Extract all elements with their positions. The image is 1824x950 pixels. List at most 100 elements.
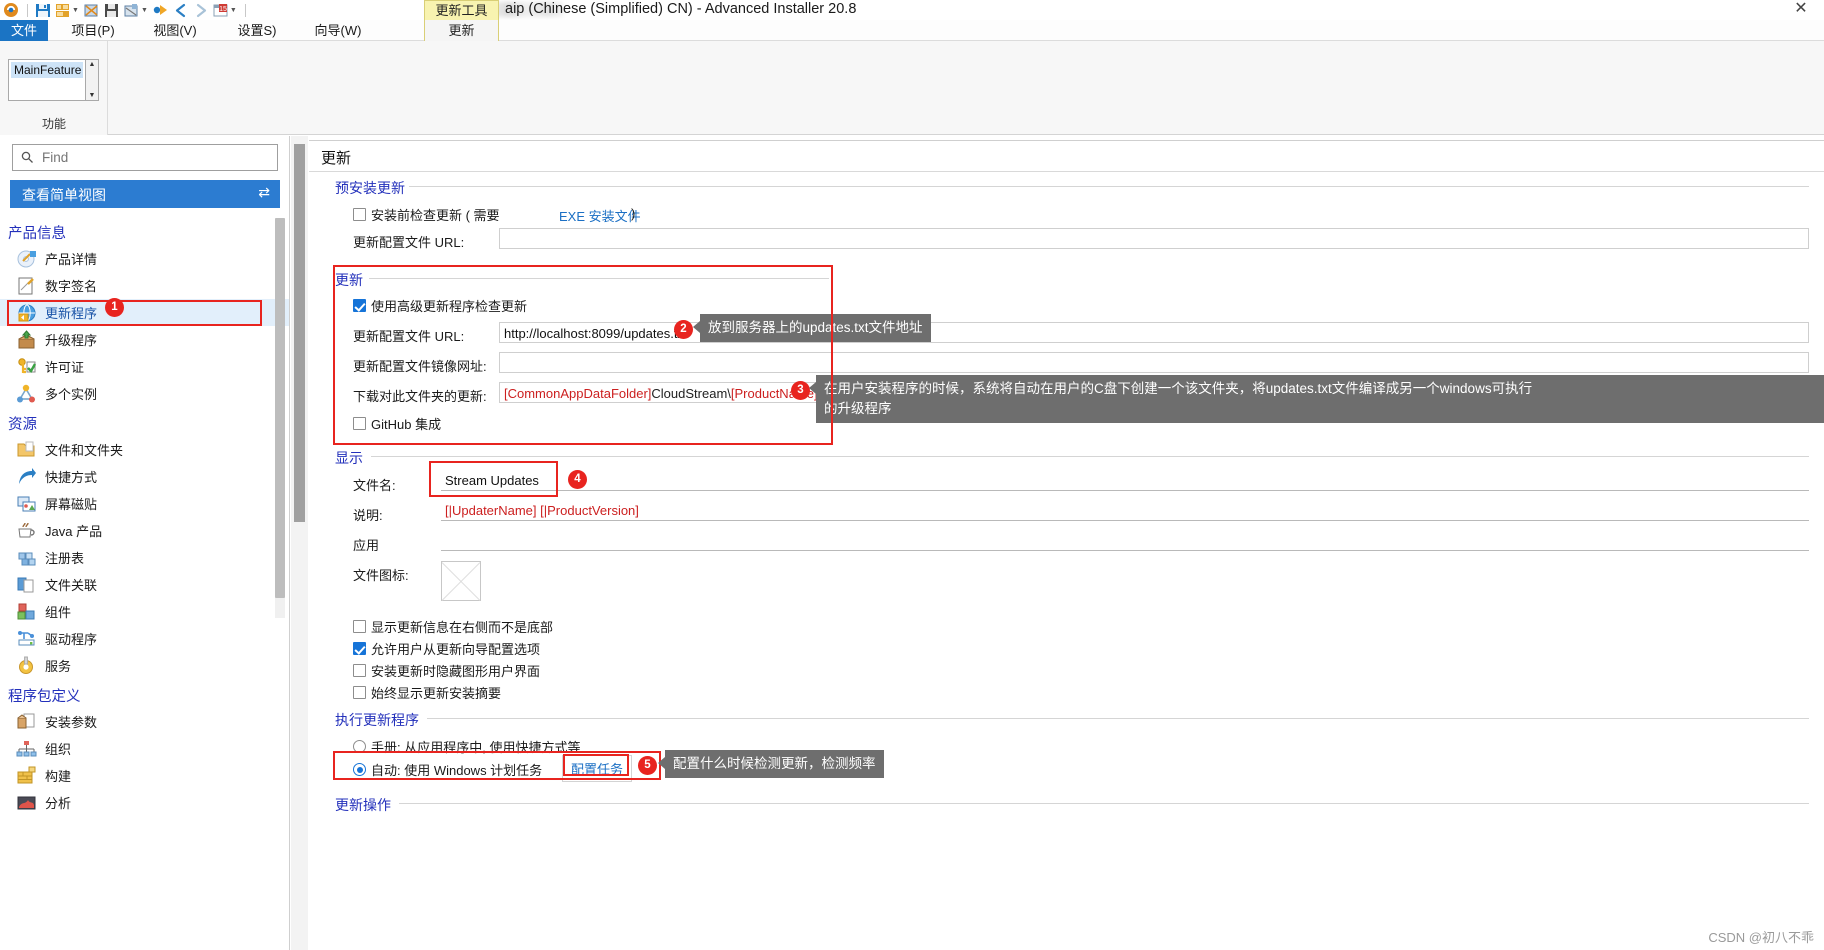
build-icon[interactable] — [83, 2, 101, 19]
services-icon — [16, 656, 38, 676]
radio-auto[interactable]: 自动: 使用 Windows 计划任务 — [353, 760, 542, 779]
checkbox-box[interactable] — [353, 642, 366, 655]
radio-manual[interactable]: 手册: 从应用程序中, 使用快捷方式等 — [353, 737, 580, 756]
chevron-down-icon-3[interactable]: ▼ — [230, 7, 237, 14]
sidebar-item-shortcuts[interactable]: 快捷方式 — [0, 463, 289, 490]
ribbon-group-feature: MainFeature ▲ ▼ 功能 — [0, 41, 108, 135]
annotation-number-4: 4 — [568, 470, 587, 489]
license-key-icon — [16, 357, 38, 377]
sidebar-item-builds[interactable]: 构建 — [0, 762, 289, 789]
sidebar-item-drivers[interactable]: 驱动程序 — [0, 625, 289, 652]
sidebar-item-label: 数字签名 — [45, 279, 98, 294]
checkbox-box[interactable] — [353, 417, 366, 430]
sidebar-item-java-products[interactable]: Java 产品 — [0, 517, 289, 544]
sidebar-item-tiles[interactable]: 屏幕磁贴 — [0, 490, 289, 517]
display-file-icon-preview[interactable] — [441, 561, 481, 601]
spinner-down-icon[interactable]: ▼ — [89, 92, 96, 99]
exe-setup-file-link[interactable]: EXE 安装文件 — [559, 206, 641, 225]
sidebar-item-updater[interactable]: 更新程序 — [0, 299, 289, 326]
main-scrollbar-track[interactable] — [291, 136, 308, 950]
search-input[interactable] — [40, 149, 260, 166]
simple-view-button[interactable]: 查看简单视图 ⇄ — [10, 180, 280, 208]
chk-check-updates-before-install[interactable]: 安装前检查更新 ( 需要 — [353, 205, 500, 224]
sidebar-item-files-folders[interactable]: 文件和文件夹 — [0, 436, 289, 463]
group-rule-update — [369, 278, 829, 279]
build-run-icon[interactable] — [123, 2, 141, 19]
chk-use-advanced-updater[interactable]: 使用高级更新程序检查更新 — [353, 296, 527, 315]
update-mirror-label: 更新配置文件镜像网址: — [353, 359, 487, 374]
display-application-input[interactable] — [441, 530, 1809, 551]
menu-settings[interactable]: 设置S) — [219, 20, 295, 41]
sidebar-item-digital-signature[interactable]: 数字签名 — [0, 272, 289, 299]
feature-selected-item[interactable]: MainFeature — [11, 62, 83, 78]
menu-view[interactable]: 视图(V) — [137, 20, 213, 41]
feature-listbox[interactable]: MainFeature — [8, 59, 86, 101]
menu-project[interactable]: 项目(P) — [55, 20, 131, 41]
sidebar-group-product-info-title: 产品信息 — [8, 226, 66, 242]
update-download-folder-label: 下载对此文件夹的更新: — [353, 389, 487, 404]
java-icon — [16, 521, 38, 541]
run-icon[interactable] — [152, 2, 170, 19]
sidebar-item-label: 构建 — [45, 769, 72, 784]
save-all-icon[interactable] — [54, 2, 72, 19]
sidebar-scrollbar-thumb[interactable] — [275, 218, 285, 598]
update-mirror-input[interactable] — [499, 352, 1809, 373]
menu-wizard[interactable]: 向导(W) — [300, 20, 376, 41]
menu-file[interactable]: 文件 — [0, 20, 48, 41]
swap-view-icon[interactable]: ⇄ — [258, 184, 270, 201]
sidebar-item-file-associations[interactable]: 文件关联 — [0, 571, 289, 598]
sidebar-item-label: 快捷方式 — [45, 470, 98, 485]
configure-task-link[interactable]: 配置任务 — [562, 755, 632, 782]
checkbox-box[interactable] — [353, 299, 366, 312]
sidebar-item-label: 组件 — [45, 605, 72, 620]
display-description-input[interactable]: [|UpdaterName] [|ProductVersion] — [441, 500, 1809, 521]
checkbox-box[interactable] — [353, 620, 366, 633]
group-rule-update-actions — [399, 803, 1809, 804]
sidebar-item-product-details[interactable]: 产品详情 — [0, 245, 289, 272]
title-bar: aip (Chinese (Simplified) CN) - Advanced… — [0, 0, 1824, 20]
back-icon[interactable] — [172, 2, 190, 19]
chk-github-integration[interactable]: GitHub 集成 — [353, 414, 441, 433]
annotation-tooltip-5: 配置什么时候检测更新，检测频率 — [658, 750, 884, 778]
tiles-icon — [16, 494, 38, 514]
checkbox-box[interactable] — [353, 664, 366, 677]
pre-install-url-input[interactable] — [499, 228, 1809, 249]
sidebar-item-analytics[interactable]: 分析 — [0, 789, 289, 816]
sidebar-item-upgrades[interactable]: 升级程序 — [0, 326, 289, 353]
sidebar-item-label: 组织 — [45, 742, 72, 757]
forward-icon[interactable] — [192, 2, 210, 19]
checkbox-box[interactable] — [353, 686, 366, 699]
chk-always-show-summary[interactable]: 始终显示更新安装摘要 — [353, 683, 501, 702]
checkbox-box[interactable] — [353, 208, 366, 221]
display-application-label: 应用 — [353, 538, 380, 553]
find-box[interactable] — [12, 144, 278, 171]
sidebar-item-multiple-instances[interactable]: 多个实例 — [0, 380, 289, 407]
display-filename-input[interactable]: Stream Updates — [441, 470, 1809, 491]
save-icon[interactable] — [34, 2, 52, 19]
sidebar-item-label: Java 产品 — [45, 524, 103, 539]
tab-update[interactable]: 更新 — [424, 20, 499, 42]
build-save-icon[interactable] — [103, 2, 121, 19]
sidebar-item-license[interactable]: 许可证 — [0, 353, 289, 380]
chk-hide-gui[interactable]: 安装更新时隐藏图形用户界面 — [353, 661, 540, 680]
close-icon[interactable]: ✕ — [1788, 1, 1814, 18]
sidebar-item-components[interactable]: 组件 — [0, 598, 289, 625]
spinner-up-icon[interactable]: ▲ — [89, 61, 96, 68]
sidebar-item-registry[interactable]: 注册表 — [0, 544, 289, 571]
feature-scroll-spinner[interactable]: ▲ ▼ — [86, 59, 99, 101]
sidebar-item-organization[interactable]: 组织 — [0, 735, 289, 762]
radio-box[interactable] — [353, 740, 366, 753]
calendar-icon[interactable]: 15 — [212, 2, 230, 19]
chk-label: 安装更新时隐藏图形用户界面 — [371, 664, 541, 679]
chk-allow-user-configure[interactable]: 允许用户从更新向导配置选项 — [353, 639, 540, 658]
new-project-icon[interactable] — [3, 2, 21, 19]
chk-show-info-right[interactable]: 显示更新信息在右侧而不是底部 — [353, 617, 553, 636]
main-scrollbar-thumb[interactable] — [294, 144, 305, 522]
radio-box[interactable] — [353, 763, 366, 776]
menu-bar: 文件 项目(P) 视图(V) 设置S) 向导(W) — [0, 20, 1824, 41]
sidebar-item-install-parameters[interactable]: 安装参数 — [0, 708, 289, 735]
chevron-down-icon[interactable]: ▼ — [72, 7, 79, 14]
chevron-down-icon-2[interactable]: ▼ — [141, 7, 148, 14]
sidebar-item-services[interactable]: 服务 — [0, 652, 289, 679]
ribbon-group-label: 功能 — [41, 117, 66, 131]
